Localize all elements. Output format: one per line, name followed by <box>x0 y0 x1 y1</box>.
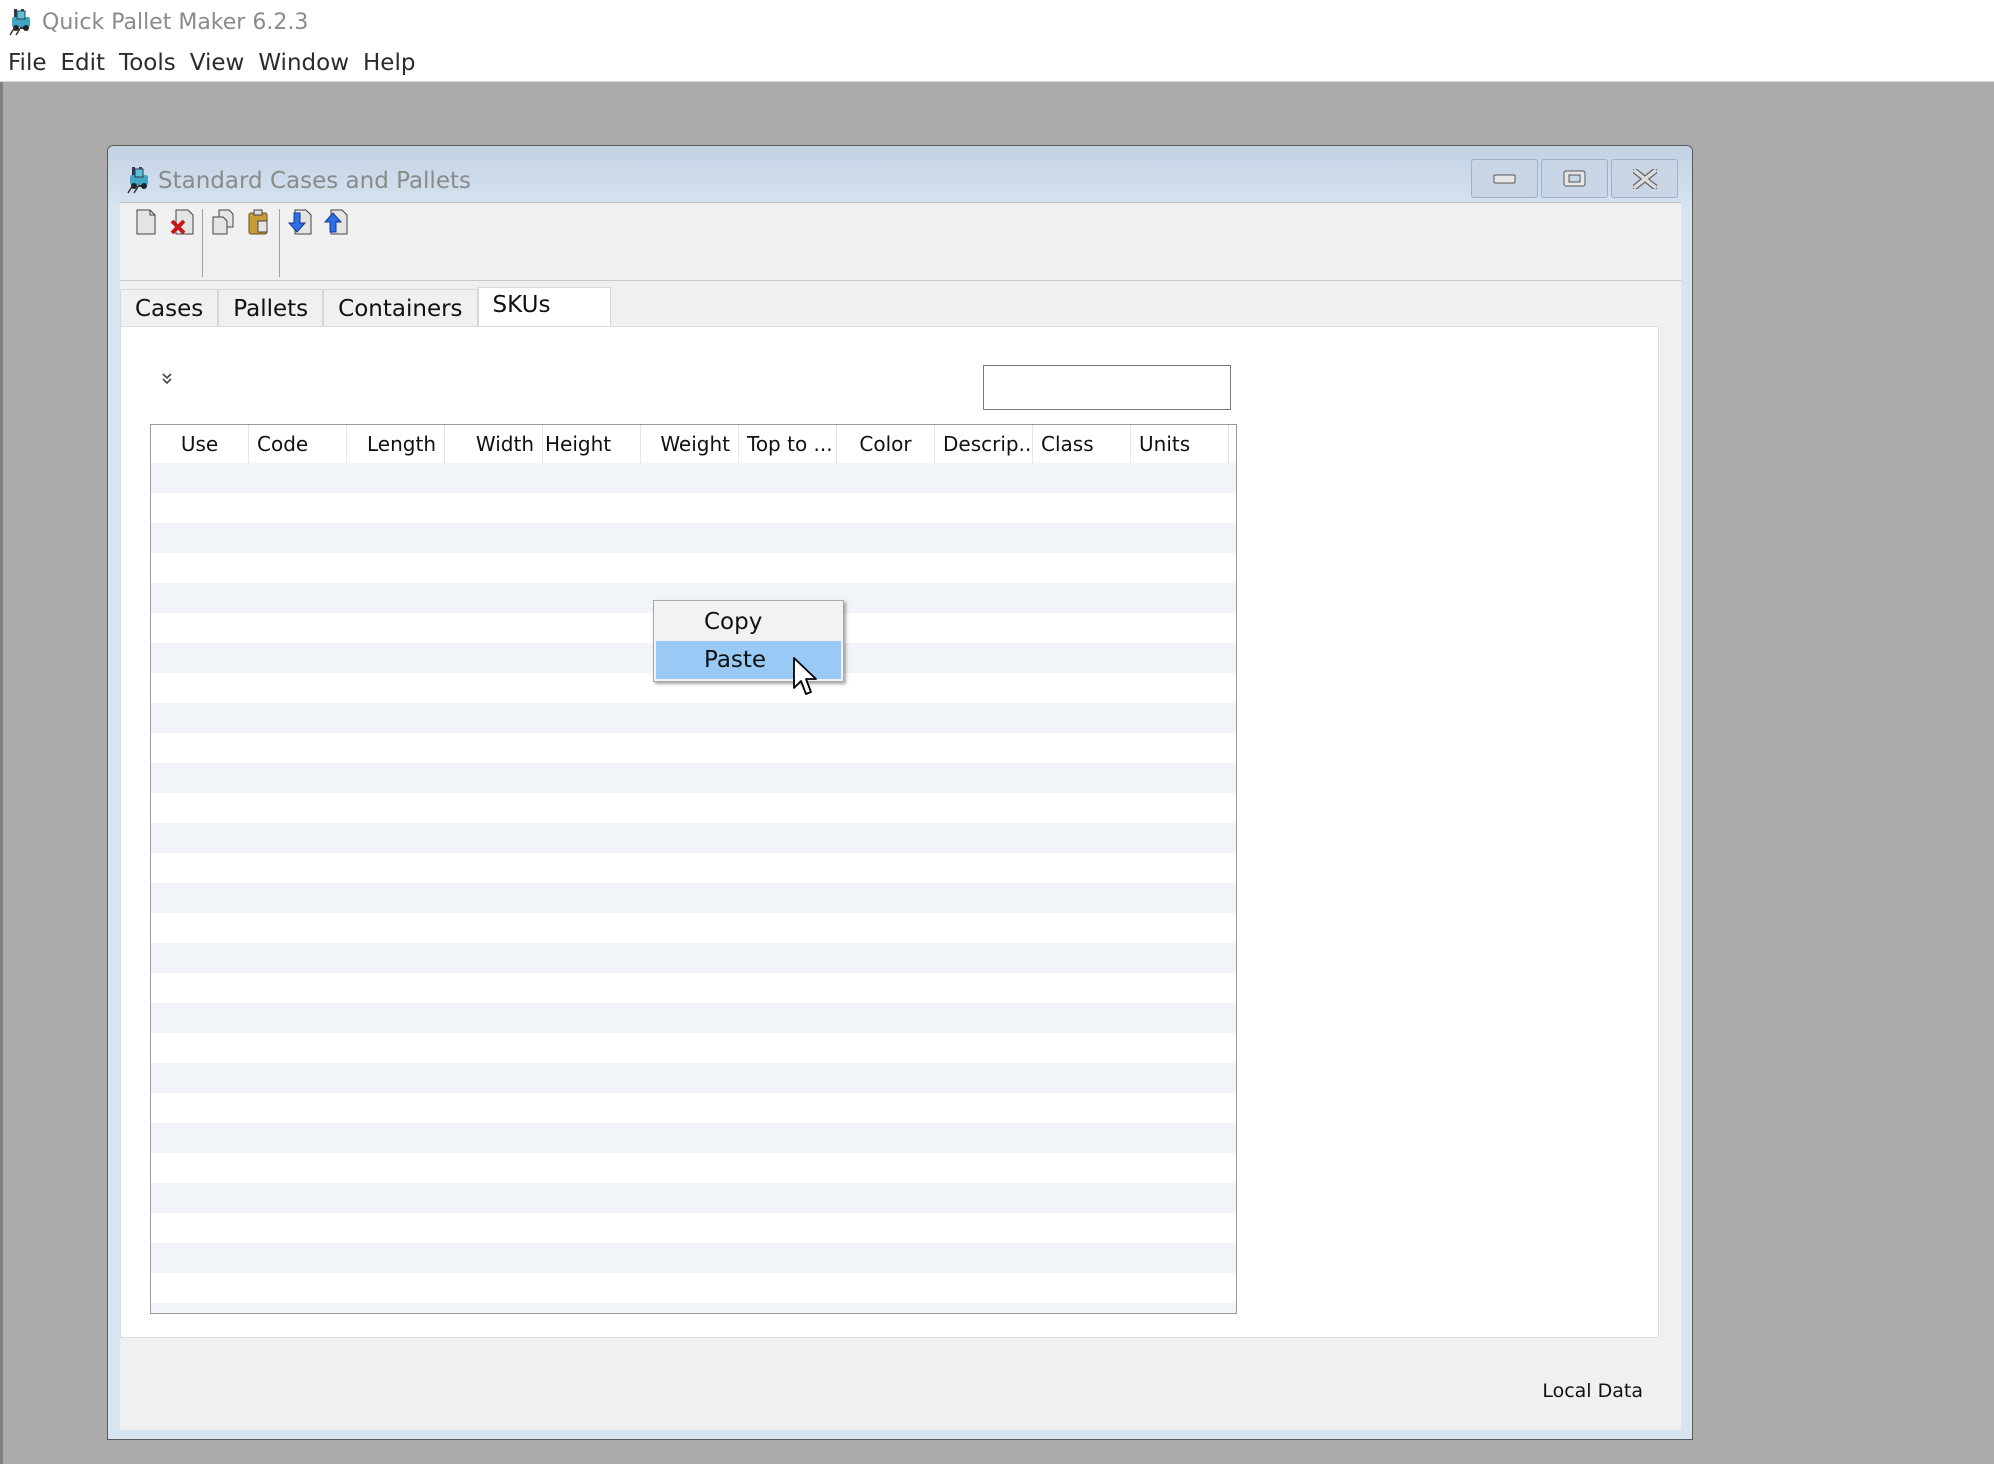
import-icon[interactable] <box>288 209 312 235</box>
menu-file[interactable]: File <box>8 50 47 76</box>
grid-body <box>151 463 1236 1313</box>
tab-cases[interactable]: Cases <box>120 289 219 327</box>
column-header-width[interactable]: Width <box>445 425 543 463</box>
grid-header: Use Code Length Width Height Weight Top … <box>151 425 1236 463</box>
data-source-label: Local Data <box>1542 1380 1643 1402</box>
empty-grid-row[interactable] <box>151 1213 1236 1243</box>
column-header-units[interactable]: Units <box>1131 425 1229 463</box>
empty-grid-row[interactable] <box>151 853 1236 883</box>
empty-grid-row[interactable] <box>151 793 1236 823</box>
empty-grid-row[interactable] <box>151 823 1236 853</box>
empty-grid-row[interactable] <box>151 1183 1236 1213</box>
empty-grid-row[interactable] <box>151 973 1236 1003</box>
standard-cases-window: Standard Cases and Pallets Cases Pallets… <box>107 145 1693 1440</box>
column-header-use[interactable]: Use <box>151 425 249 463</box>
close-button[interactable] <box>1611 159 1678 198</box>
empty-grid-row[interactable] <box>151 913 1236 943</box>
close-icon <box>1632 168 1657 189</box>
tabstrip: Cases Pallets Containers SKUs <box>120 287 612 327</box>
empty-grid-row[interactable] <box>151 703 1236 733</box>
restore-icon <box>1563 170 1585 186</box>
menu-window[interactable]: Window <box>258 50 349 76</box>
window-client: Cases Pallets Containers SKUs Use Code L… <box>120 202 1681 1430</box>
empty-grid-row[interactable] <box>151 1093 1236 1123</box>
tab-skus[interactable]: SKUs <box>477 287 612 327</box>
window-title: Standard Cases and Pallets <box>158 168 471 194</box>
column-header-class[interactable]: Class <box>1033 425 1131 463</box>
empty-grid-row[interactable] <box>151 883 1236 913</box>
column-header-weight[interactable]: Weight <box>641 425 739 463</box>
tab-containers[interactable]: Containers <box>323 289 478 327</box>
empty-grid-row[interactable] <box>151 1153 1236 1183</box>
empty-grid-row[interactable] <box>151 1063 1236 1093</box>
mouse-cursor-icon <box>793 657 817 695</box>
context-menu-copy[interactable]: Copy <box>656 603 841 641</box>
empty-grid-row[interactable] <box>151 523 1236 553</box>
column-header-code[interactable]: Code <box>249 425 347 463</box>
forklift-icon <box>9 9 30 36</box>
window-titlebar[interactable]: Standard Cases and Pallets <box>108 146 1692 202</box>
minimize-button[interactable] <box>1471 159 1538 198</box>
delete-icon[interactable] <box>170 209 194 235</box>
toolbar-group-clipboard <box>203 209 280 277</box>
app-title: Quick Pallet Maker 6.2.3 <box>42 9 309 35</box>
column-header-description[interactable]: Descrip... <box>935 425 1033 463</box>
empty-grid-row[interactable] <box>151 1003 1236 1033</box>
menu-help[interactable]: Help <box>363 50 415 76</box>
toolbar <box>120 203 1681 281</box>
empty-grid-row[interactable] <box>151 943 1236 973</box>
minimize-icon <box>1493 174 1515 183</box>
app-titlebar: Quick Pallet Maker 6.2.3 <box>0 0 1994 44</box>
empty-grid-row[interactable] <box>151 1273 1236 1303</box>
empty-grid-row[interactable] <box>151 1243 1236 1273</box>
sku-grid[interactable]: Use Code Length Width Height Weight Top … <box>150 424 1237 1314</box>
skus-panel: Use Code Length Width Height Weight Top … <box>120 326 1659 1338</box>
export-icon[interactable] <box>324 209 348 235</box>
toolbar-group-transfer <box>280 209 356 277</box>
empty-grid-row[interactable] <box>151 463 1236 493</box>
search-input[interactable] <box>983 365 1231 410</box>
toolbar-group-file <box>126 209 203 277</box>
new-icon[interactable] <box>134 209 158 235</box>
expand-chevron-icon[interactable] <box>162 373 172 389</box>
empty-grid-row[interactable] <box>151 763 1236 793</box>
empty-grid-row[interactable] <box>151 733 1236 763</box>
menu-tools[interactable]: Tools <box>119 50 176 76</box>
column-header-length[interactable]: Length <box>347 425 445 463</box>
menu-edit[interactable]: Edit <box>61 50 106 76</box>
empty-grid-row[interactable] <box>151 1033 1236 1063</box>
empty-grid-row[interactable] <box>151 553 1236 583</box>
menu-view[interactable]: View <box>190 50 245 76</box>
maximize-button[interactable] <box>1541 159 1608 198</box>
forklift-icon <box>127 167 148 194</box>
column-header-color[interactable]: Color <box>837 425 935 463</box>
tab-pallets[interactable]: Pallets <box>218 289 324 327</box>
desktop-edge <box>0 82 3 1464</box>
menubar: File Edit Tools View Window Help <box>0 44 1994 82</box>
empty-grid-row[interactable] <box>151 1123 1236 1153</box>
paste-icon[interactable] <box>247 209 271 235</box>
column-header-height[interactable]: Height <box>543 425 641 463</box>
empty-grid-row[interactable] <box>151 493 1236 523</box>
column-header-top-to[interactable]: Top to ... <box>739 425 837 463</box>
empty-grid-row[interactable] <box>151 1303 1236 1313</box>
copy-icon[interactable] <box>211 209 235 235</box>
